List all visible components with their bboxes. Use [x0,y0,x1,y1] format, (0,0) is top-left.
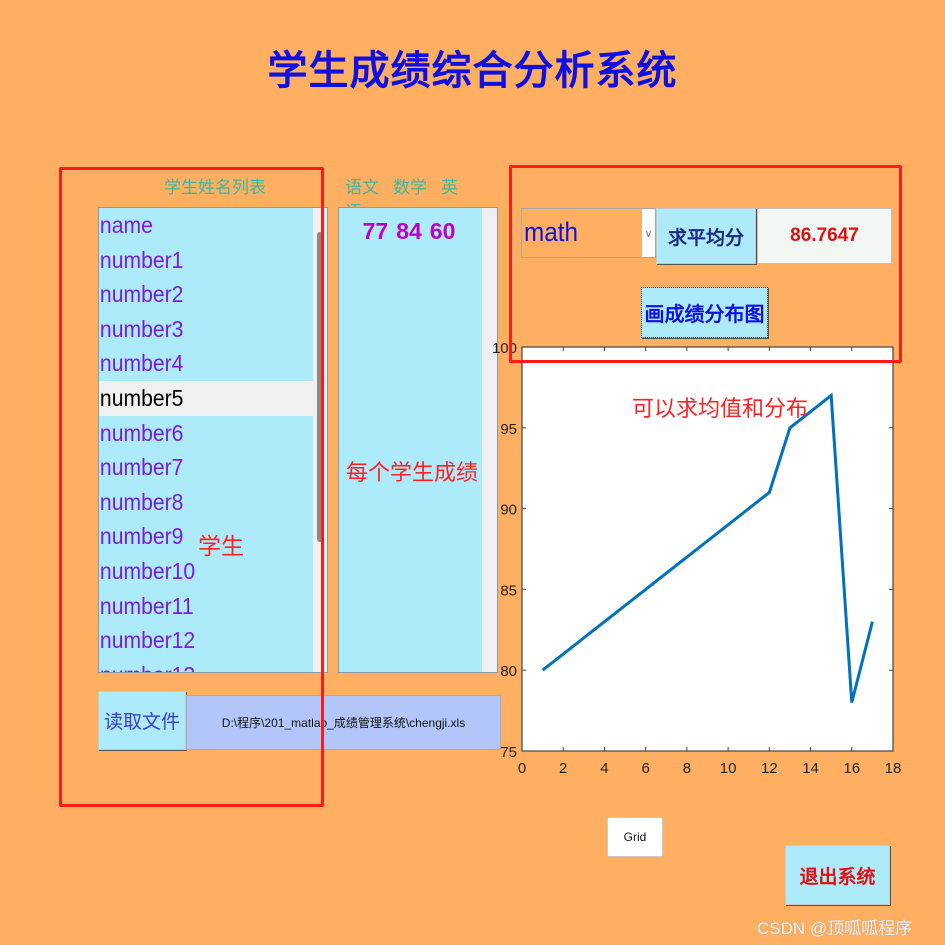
highlight-box-analysis [509,165,902,363]
y-tick-label: 75 [500,744,517,761]
score-values: 77 84 60 [339,218,479,245]
x-tick-label: 6 [641,760,649,777]
score-header-chinese: 语文 [345,178,379,198]
score-english: 60 [429,218,456,244]
y-tick-label: 90 [500,502,517,519]
grid-toggle-button[interactable]: Grid [607,817,663,857]
x-tick-label: 4 [600,760,608,777]
score-header-math: 数学 [393,178,427,198]
x-tick-label: 8 [683,760,691,777]
x-tick-label: 2 [559,760,567,777]
y-tick-label: 95 [500,421,517,438]
annotation-mean-distribution: 可以求均值和分布 [632,397,809,422]
score-chinese: 77 [362,218,389,244]
x-tick-label: 18 [885,760,902,777]
highlight-box-students [59,167,324,807]
y-tick-label: 85 [500,582,517,599]
exit-button[interactable]: 退出系统 [785,845,890,905]
annotation-scores: 每个学生成绩 [346,461,479,486]
x-tick-label: 12 [761,760,778,777]
x-tick-label: 10 [720,760,737,777]
app-title: 学生成绩综合分析系统 [267,47,678,94]
score-listbox[interactable]: 77 84 60 [338,207,498,673]
x-tick-label: 16 [843,760,860,777]
x-tick-label: 0 [518,760,526,777]
score-math: 84 [396,218,422,244]
x-tick-label: 14 [802,760,819,777]
watermark: CSDN @顶呱呱程序 [757,919,913,938]
y-tick-label: 80 [500,663,517,680]
